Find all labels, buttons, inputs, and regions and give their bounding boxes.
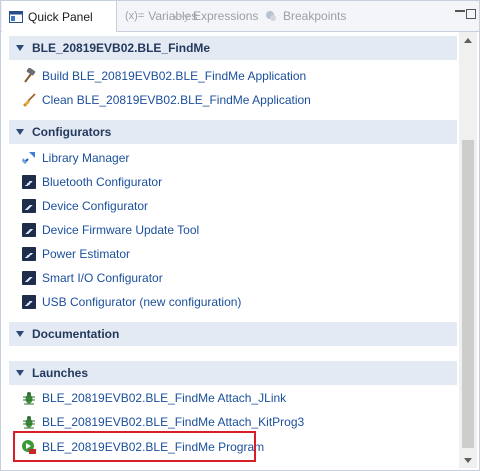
broom-icon xyxy=(21,92,37,108)
quick-panel-view: Quick Panel (x)= Variables x+y Expressio… xyxy=(0,0,480,471)
item-label: Power Estimator xyxy=(42,247,131,261)
tab-label: Breakpoints xyxy=(283,9,347,23)
power-estimator-link[interactable]: Power Estimator xyxy=(21,244,130,264)
item-label: Build BLE_20819EVB02.BLE_FindMe Applicat… xyxy=(42,69,307,83)
device-configurator-link[interactable]: Device Configurator xyxy=(21,196,148,216)
highlight-box xyxy=(13,431,256,462)
configurator-icon xyxy=(21,222,37,238)
tab-label: Expressions xyxy=(193,9,259,23)
variables-icon: (x)= xyxy=(125,10,145,22)
collapse-toggle-icon[interactable] xyxy=(16,331,24,337)
debug-bug-icon xyxy=(21,414,37,430)
tab-label: Quick Panel xyxy=(28,9,93,24)
section-documentation[interactable]: Documentation xyxy=(9,322,457,346)
section-title: BLE_20819EVB02.BLE_FindMe xyxy=(32,41,211,55)
item-label: Clean BLE_20819EVB02.BLE_FindMe Applicat… xyxy=(42,93,311,107)
scroll-thumb[interactable] xyxy=(462,140,474,448)
tab-quick-panel[interactable]: Quick Panel xyxy=(2,1,117,32)
item-label: BLE_20819EVB02.BLE_FindMe Attach_KitProg… xyxy=(42,415,305,429)
tab-breakpoints[interactable]: Breakpoints xyxy=(257,1,346,31)
configurator-icon xyxy=(21,174,37,190)
launch-attach-kitprog3-link[interactable]: BLE_20819EVB02.BLE_FindMe Attach_KitProg… xyxy=(21,412,304,432)
svg-text:x+y: x+y xyxy=(173,12,189,22)
item-label: BLE_20819EVB02.BLE_FindMe Attach_JLink xyxy=(42,391,287,405)
launch-attach-jlink-link[interactable]: BLE_20819EVB02.BLE_FindMe Attach_JLink xyxy=(21,388,286,408)
configurator-icon xyxy=(21,294,37,310)
expressions-icon: x+y xyxy=(173,8,189,24)
quick-panel-icon xyxy=(8,9,24,25)
configurator-icon xyxy=(21,270,37,286)
section-title: Documentation xyxy=(32,327,120,341)
collapse-toggle-icon[interactable] xyxy=(16,129,24,135)
quick-panel-content: BLE_20819EVB02.BLE_FindMe Build BLE_2081… xyxy=(1,32,459,468)
item-label: Library Manager xyxy=(42,151,130,165)
library-manager-icon xyxy=(21,150,37,166)
breakpoints-icon xyxy=(263,8,279,24)
section-project[interactable]: BLE_20819EVB02.BLE_FindMe xyxy=(9,36,457,60)
smart-io-configurator-link[interactable]: Smart I/O Configurator xyxy=(21,268,163,288)
configurator-icon xyxy=(21,198,37,214)
scroll-up-icon[interactable] xyxy=(459,32,477,48)
collapse-toggle-icon[interactable] xyxy=(16,370,24,376)
minimize-icon[interactable] xyxy=(455,10,465,15)
clean-application-link[interactable]: Clean BLE_20819EVB02.BLE_FindMe Applicat… xyxy=(21,90,311,110)
section-configurators[interactable]: Configurators xyxy=(9,120,457,144)
item-label: Device Firmware Update Tool xyxy=(42,223,200,237)
debug-bug-icon xyxy=(21,390,37,406)
device-firmware-update-tool-link[interactable]: Device Firmware Update Tool xyxy=(21,220,199,240)
bluetooth-configurator-link[interactable]: Bluetooth Configurator xyxy=(21,172,162,192)
section-launches[interactable]: Launches xyxy=(9,361,457,385)
view-tab-bar: Quick Panel (x)= Variables x+y Expressio… xyxy=(1,1,479,32)
vertical-scrollbar[interactable] xyxy=(459,32,477,468)
usb-configurator-link[interactable]: USB Configurator (new configuration) xyxy=(21,292,241,312)
item-label: USB Configurator (new configuration) xyxy=(42,295,242,309)
section-title: Configurators xyxy=(32,125,112,139)
tab-expressions[interactable]: x+y Expressions xyxy=(167,1,258,31)
section-title: Launches xyxy=(32,366,89,380)
library-manager-link[interactable]: Library Manager xyxy=(21,148,129,168)
scroll-down-icon[interactable] xyxy=(459,452,477,468)
hammer-icon xyxy=(21,68,37,84)
collapse-toggle-icon[interactable] xyxy=(16,45,24,51)
configurator-icon xyxy=(21,246,37,262)
item-label: Device Configurator xyxy=(42,199,149,213)
build-application-link[interactable]: Build BLE_20819EVB02.BLE_FindMe Applicat… xyxy=(21,66,306,86)
item-label: Bluetooth Configurator xyxy=(42,175,163,189)
maximize-icon[interactable] xyxy=(466,9,476,19)
item-label: Smart I/O Configurator xyxy=(42,271,163,285)
